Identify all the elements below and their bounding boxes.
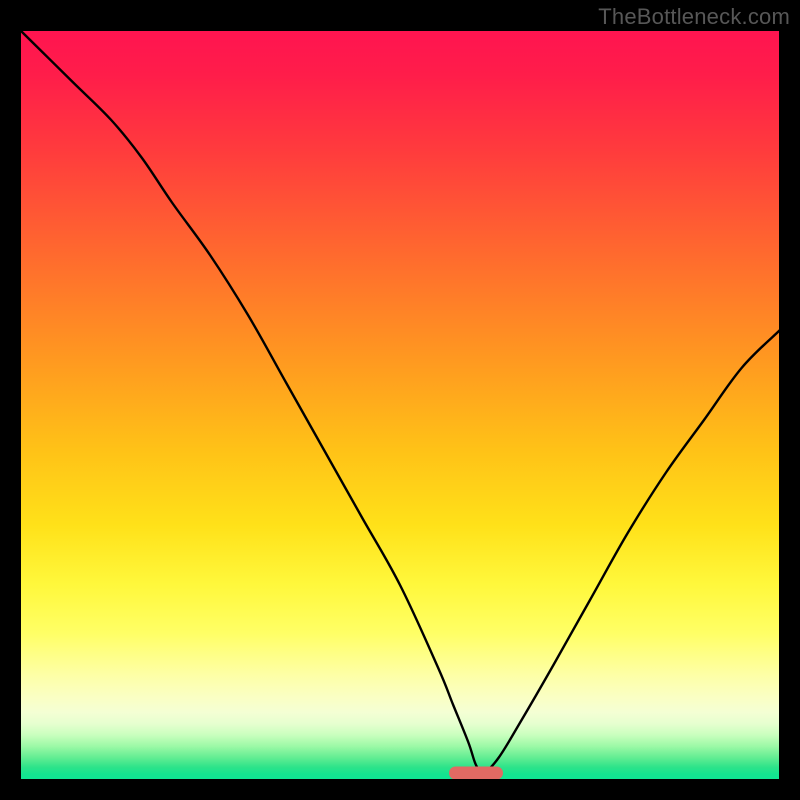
chart-stage: TheBottleneck.com [0,0,800,800]
curve-path [20,30,780,773]
minimum-marker-pill [449,766,503,779]
plot-area [20,30,780,780]
watermark-text: TheBottleneck.com [598,4,790,30]
bottleneck-curve [20,30,780,780]
